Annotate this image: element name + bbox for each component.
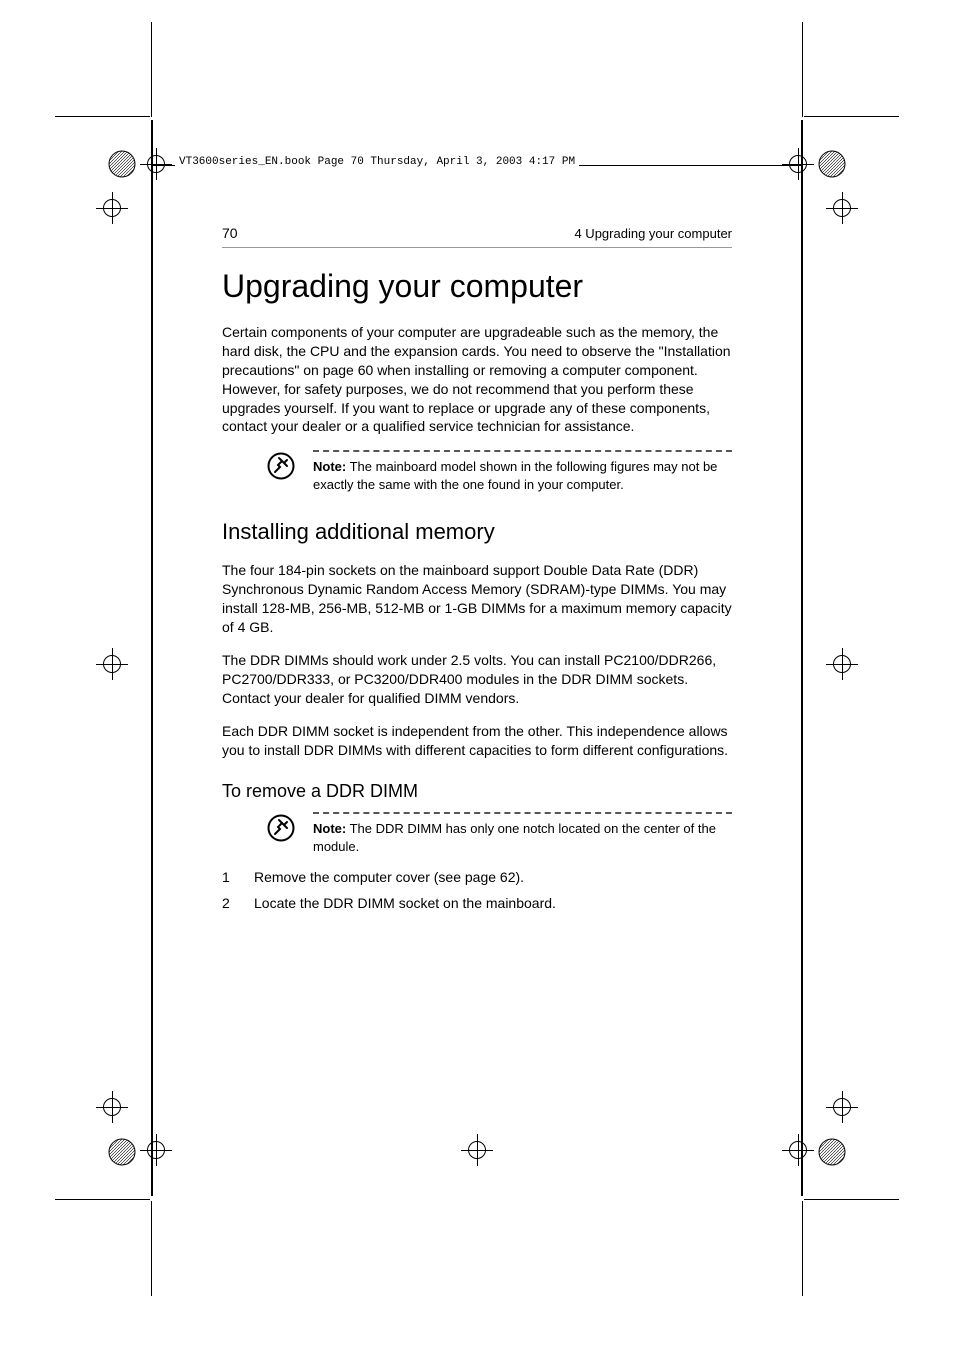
note-icon — [267, 814, 295, 842]
chapter-title: 4 Upgrading your computer — [574, 226, 732, 241]
page-content: 70 4 Upgrading your computer Upgrading y… — [222, 225, 732, 918]
crop-mark — [55, 116, 150, 117]
registration-mark-icon — [818, 1138, 846, 1166]
step-number: 1 — [222, 866, 254, 888]
step-item: 2 Locate the DDR DIMM socket on the main… — [222, 892, 732, 914]
body-paragraph: Each DDR DIMM socket is independent from… — [222, 722, 732, 760]
note-icon — [267, 452, 295, 480]
dashed-divider — [313, 812, 732, 814]
note-block: Note: The mainboard model shown in the f… — [222, 450, 732, 493]
dashed-divider — [313, 450, 732, 452]
registration-mark-icon — [108, 150, 136, 178]
printer-header: VT3600series_EN.book Page 70 Thursday, A… — [175, 156, 579, 168]
crop-mark — [55, 1199, 150, 1200]
crop-mark — [804, 116, 899, 117]
body-paragraph: The four 184-pin sockets on the mainboar… — [222, 561, 732, 637]
crop-mark — [804, 1199, 899, 1200]
page-number: 70 — [222, 225, 238, 241]
crop-mark — [151, 1201, 152, 1296]
page-header: 70 4 Upgrading your computer — [222, 225, 732, 241]
crosshair-icon — [96, 1091, 128, 1123]
body-paragraph: The DDR DIMMs should work under 2.5 volt… — [222, 651, 732, 708]
step-number: 2 — [222, 892, 254, 914]
registration-mark-icon — [108, 1138, 136, 1166]
crosshair-icon — [96, 192, 128, 224]
note-text: Note: The mainboard model shown in the f… — [313, 458, 732, 493]
crosshair-icon — [96, 648, 128, 680]
registration-mark-icon — [818, 150, 846, 178]
crosshair-icon — [826, 1091, 858, 1123]
header-divider — [222, 247, 732, 248]
intro-paragraph: Certain components of your computer are … — [222, 323, 732, 436]
step-text: Remove the computer cover (see page 62). — [254, 866, 524, 888]
section-heading: Installing additional memory — [222, 519, 732, 545]
step-item: 1 Remove the computer cover (see page 62… — [222, 866, 732, 888]
crosshair-icon — [826, 192, 858, 224]
note-block: Note: The DDR DIMM has only one notch lo… — [222, 812, 732, 855]
crop-mark — [151, 22, 152, 117]
crosshair-icon — [826, 648, 858, 680]
step-text: Locate the DDR DIMM socket on the mainbo… — [254, 892, 556, 914]
subsection-heading: To remove a DDR DIMM — [222, 781, 732, 802]
note-text: Note: The DDR DIMM has only one notch lo… — [313, 820, 732, 855]
crop-mark — [802, 22, 803, 117]
crop-mark — [802, 1201, 803, 1296]
page-title: Upgrading your computer — [222, 268, 732, 305]
